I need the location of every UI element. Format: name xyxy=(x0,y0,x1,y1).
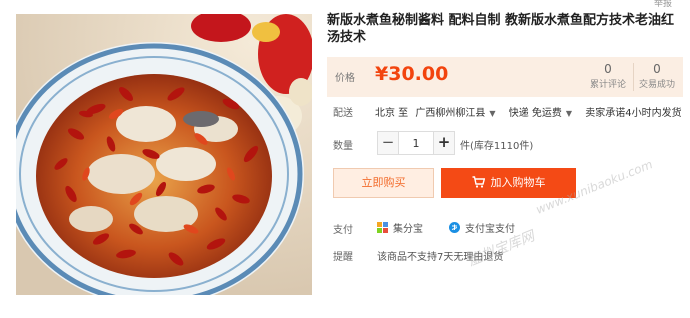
payment-method-jifenbao: 集分宝 xyxy=(377,220,423,235)
review-count-label: 累计评论 xyxy=(589,80,626,90)
quantity-increase-button[interactable]: + xyxy=(433,131,455,155)
stock-info: 件(库存1110件) xyxy=(460,141,534,152)
ship-destination-select[interactable]: 广西柳州柳江县 xyxy=(415,108,485,119)
payment-method-alipay: 支付宝支付 xyxy=(449,220,515,235)
shipping-row: 北京 至 广西柳州柳江县 ▼ 快递 免运费 ▼ 卖家承诺4小时内发货 xyxy=(375,104,686,119)
price-value: ¥30.00 xyxy=(375,63,449,85)
payment-label: 支付 xyxy=(333,225,353,236)
product-title: 新版水煮鱼秘制酱料 配料自制 教新版水煮鱼配方技术老油红汤技术 xyxy=(327,13,675,45)
shipping-label: 配送 xyxy=(333,108,353,119)
cart-icon xyxy=(472,176,485,188)
add-to-cart-label: 加入购物车 xyxy=(490,176,546,189)
product-image xyxy=(16,14,312,295)
ship-promise: 卖家承诺4小时内发货 xyxy=(585,108,682,119)
boiled-fish-dish-illustration xyxy=(16,14,312,295)
ship-from: 北京 至 xyxy=(375,108,409,119)
payment-method1-label: 集分宝 xyxy=(393,224,423,235)
quantity-stepper: − + xyxy=(377,131,455,155)
chevron-down-icon[interactable]: ▼ xyxy=(566,109,572,118)
report-link[interactable]: 举报 xyxy=(654,0,672,9)
notice-text: 该商品不支持7天无理由退货 xyxy=(377,252,504,263)
add-to-cart-button[interactable]: 加入购物车 xyxy=(441,168,576,198)
sales-count-stat: 0 交易成功 xyxy=(633,62,681,90)
sales-count: 0 xyxy=(653,62,661,76)
alipay-icon xyxy=(449,222,460,233)
jifenbao-icon xyxy=(377,222,388,233)
quantity-input[interactable] xyxy=(399,131,433,155)
quantity-decrease-button[interactable]: − xyxy=(377,131,399,155)
ship-method-select[interactable]: 快递 免运费 xyxy=(509,108,562,119)
review-count: 0 xyxy=(604,62,612,76)
review-count-stat[interactable]: 0 累计评论 xyxy=(584,62,632,90)
price-label: 价格 xyxy=(335,73,355,84)
quantity-label: 数量 xyxy=(333,141,353,152)
sales-count-label: 交易成功 xyxy=(638,80,675,90)
notice-label: 提醒 xyxy=(333,252,353,263)
payment-method2-label: 支付宝支付 xyxy=(465,224,515,235)
chevron-down-icon[interactable]: ▼ xyxy=(489,109,495,118)
buy-now-button[interactable]: 立即购买 xyxy=(333,168,434,198)
